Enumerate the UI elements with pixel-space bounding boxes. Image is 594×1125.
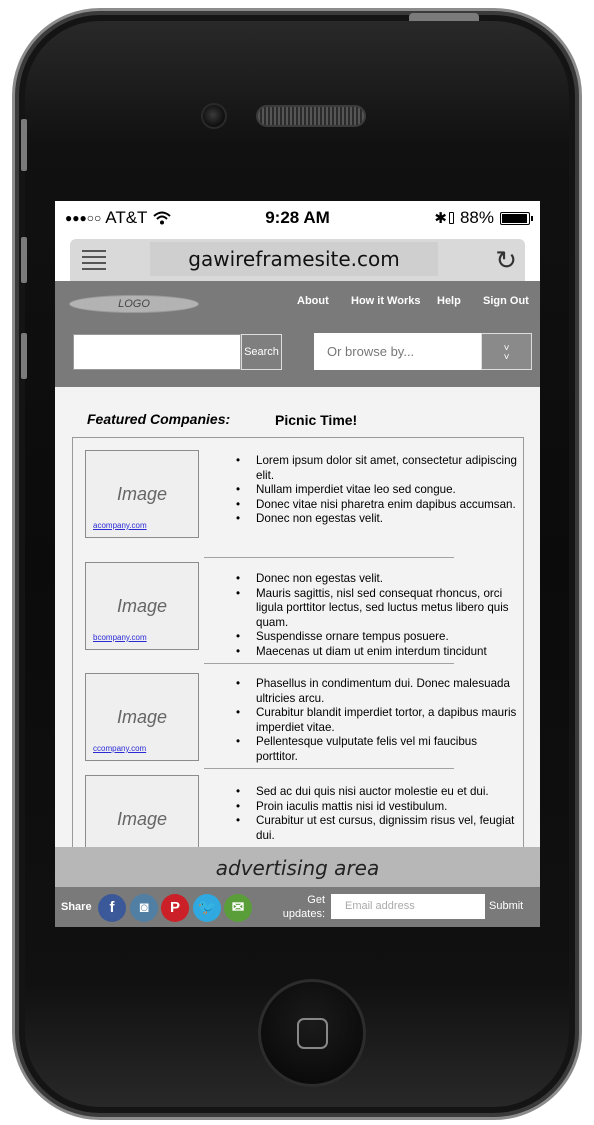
site-logo[interactable]: LOGO — [69, 295, 199, 313]
divider — [204, 557, 454, 558]
pinterest-icon[interactable]: P — [161, 894, 189, 922]
power-button — [409, 13, 479, 21]
bullet-item: Sed ac dui quis nisi auctor molestie eu … — [236, 785, 522, 800]
bullet-item: Donec non egestas velit. — [236, 512, 522, 527]
company-bullets: Sed ac dui quis nisi auctor molestie eu … — [236, 785, 522, 843]
bullet-item: Curabitur blandit imperdiet tortor, a da… — [236, 706, 522, 735]
home-button[interactable] — [258, 979, 366, 1087]
submit-button[interactable]: Submit — [489, 900, 523, 912]
bullet-item: Curabitur ut est cursus, dignissim risus… — [236, 814, 522, 843]
bullet-item: Lorem ipsum dolor sit amet, consectetur … — [236, 454, 522, 483]
phone-screen: 9:28 AM ●●●○○ AT&T ✱ 88% gawireframesite… — [55, 201, 540, 927]
nav-about[interactable]: About — [297, 295, 329, 307]
home-square-icon — [297, 1018, 328, 1049]
advertising-area[interactable]: advertising area — [55, 847, 540, 887]
bullet-item: Pellentesque vulputate felis vel mi fauc… — [236, 735, 522, 764]
main-content: Featured Companies: Picnic Time! Image a… — [55, 387, 540, 863]
search-input[interactable] — [73, 334, 241, 370]
company-image[interactable]: Image acompany.com — [85, 450, 199, 538]
image-placeholder-text: Image — [116, 809, 168, 829]
image-placeholder-text: Image — [116, 596, 168, 616]
company-list[interactable]: Image acompany.com Lorem ipsum dolor sit… — [72, 437, 524, 863]
battery-icon — [500, 211, 533, 225]
nav-sign-out[interactable]: Sign Out — [483, 295, 529, 307]
bullet-item: Proin iaculis mattis nisi id vestibulum. — [236, 800, 522, 815]
reload-icon[interactable]: ↻ — [495, 246, 517, 274]
company-bullets: Phasellus in condimentum dui. Donec male… — [236, 677, 522, 765]
bluetooth-icon: ✱ — [434, 210, 447, 227]
company-category-title: Picnic Time! — [275, 412, 358, 428]
footer: Share f ◙ P 🐦 ✉ Get updates: Email addre… — [55, 887, 540, 927]
company-link[interactable]: acompany.com — [93, 521, 147, 530]
featured-companies-heading: Featured Companies: — [87, 411, 231, 427]
bullet-item: Nullam imperdiet vitae leo sed congue. — [236, 483, 522, 498]
bullet-item: Mauris sagittis, nisl sed consequat rhon… — [236, 587, 522, 631]
hamburger-icon[interactable] — [82, 250, 106, 270]
bullet-item: Maecenas ut diam ut enim interdum tincid… — [236, 645, 522, 660]
lock-icon — [448, 212, 454, 224]
email-icon[interactable]: ✉ — [224, 894, 252, 922]
company-image[interactable]: Image ccompany.com — [85, 673, 199, 761]
company-image[interactable]: Image bcompany.com — [85, 562, 199, 650]
share-label: Share — [61, 901, 92, 913]
browse-dropdown[interactable]: Or browse by... — [314, 333, 481, 370]
earpiece-speaker — [256, 105, 366, 127]
browser-url-bar: gawireframesite.com ↻ — [70, 239, 525, 283]
company-link[interactable]: bcompany.com — [93, 633, 147, 642]
email-field[interactable]: Email address — [331, 894, 485, 919]
bullet-item: Donec non egestas velit. — [236, 572, 522, 587]
signal-strength-icon: ●●●○○ — [65, 211, 102, 225]
facebook-icon[interactable]: f — [98, 894, 126, 922]
get-updates-label: Get updates: — [282, 894, 325, 920]
mute-switch — [21, 119, 27, 171]
search-button[interactable]: Search — [241, 334, 282, 370]
volume-up-button — [21, 237, 27, 283]
image-placeholder-text: Image — [116, 484, 168, 504]
instagram-icon[interactable]: ◙ — [130, 894, 158, 922]
company-bullets: Lorem ipsum dolor sit amet, consectetur … — [236, 454, 522, 527]
site-header: LOGO About How it Works Help Sign Out Se… — [55, 281, 540, 387]
battery-percent: 88% — [459, 208, 494, 227]
nav-how-it-works[interactable]: How it Works — [351, 295, 420, 307]
front-camera — [201, 103, 227, 129]
company-bullets: Donec non egestas velit. Mauris sagittis… — [236, 572, 522, 660]
nav-help[interactable]: Help — [437, 295, 461, 307]
twitter-icon[interactable]: 🐦 — [193, 894, 221, 922]
bullet-item: Donec vitae nisi pharetra enim dapibus a… — [236, 498, 522, 513]
divider — [204, 663, 454, 664]
image-placeholder-text: Image — [116, 707, 168, 727]
carrier-name: AT&T — [105, 208, 148, 227]
bullet-item: Suspendisse ornare tempus posuere. — [236, 630, 522, 645]
status-bar: 9:28 AM ●●●○○ AT&T ✱ 88% — [55, 201, 540, 235]
chevron-down-icon[interactable]: ˅ ˅ — [481, 333, 532, 370]
bullet-item: Phasellus in condimentum dui. Donec male… — [236, 677, 522, 706]
company-link[interactable]: ccompany.com — [93, 744, 146, 753]
url-field[interactable]: gawireframesite.com — [150, 242, 438, 276]
wifi-icon — [153, 211, 172, 225]
volume-down-button — [21, 333, 27, 379]
divider — [204, 768, 454, 769]
